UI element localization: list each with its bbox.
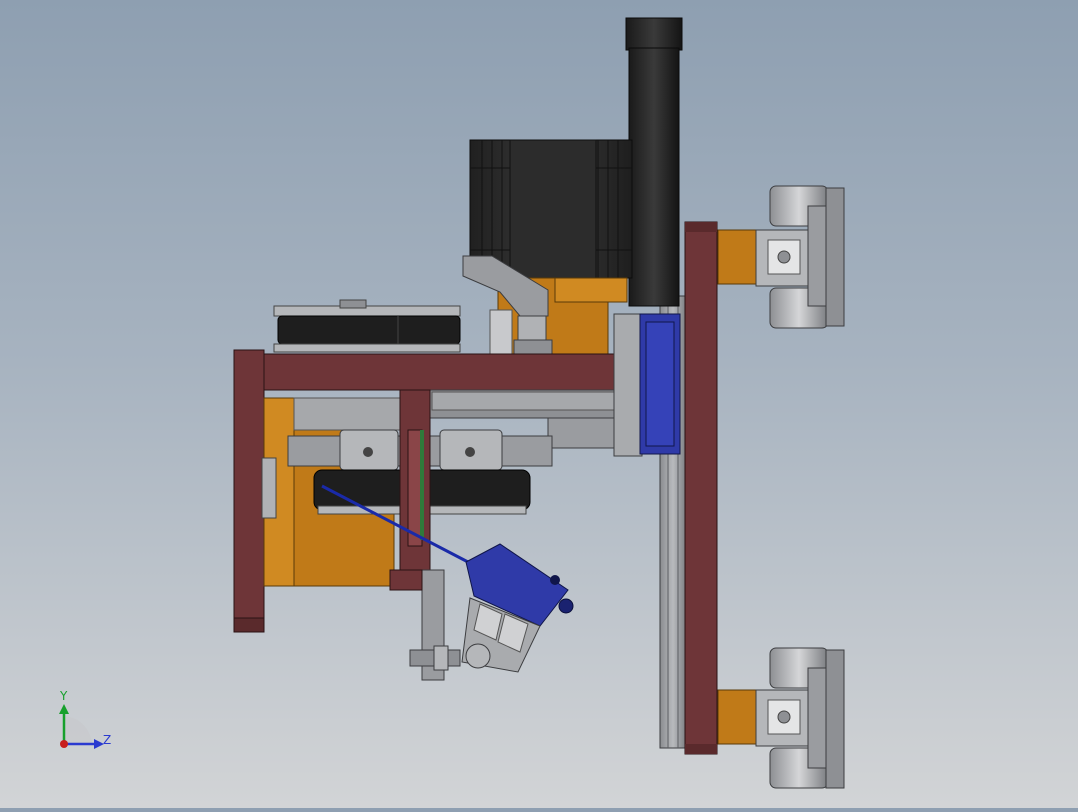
y-axis-arrowhead	[59, 704, 69, 714]
assembly-drawing: Y Z	[59, 17, 845, 789]
top-pulley-belt[interactable]	[273, 299, 461, 353]
coordinate-triad: Y Z	[59, 689, 111, 749]
lower-mount-bracket[interactable]	[389, 569, 461, 681]
rail-carriage-sensor[interactable]	[613, 313, 681, 457]
cad-viewport[interactable]: Y Z	[0, 0, 1078, 808]
triad-plane	[64, 716, 92, 744]
main-vertical-plate[interactable]	[684, 221, 718, 755]
z-axis-label: Z	[103, 733, 111, 747]
x-axis-dot	[60, 740, 68, 748]
y-axis-label: Y	[59, 689, 68, 703]
vertical-pipe[interactable]	[625, 17, 683, 307]
top-wheel-assembly[interactable]	[717, 185, 845, 329]
bottom-wheel-assembly[interactable]	[717, 647, 845, 789]
center-bracket[interactable]	[399, 389, 431, 591]
limit-switch-actuator[interactable]	[461, 543, 574, 673]
